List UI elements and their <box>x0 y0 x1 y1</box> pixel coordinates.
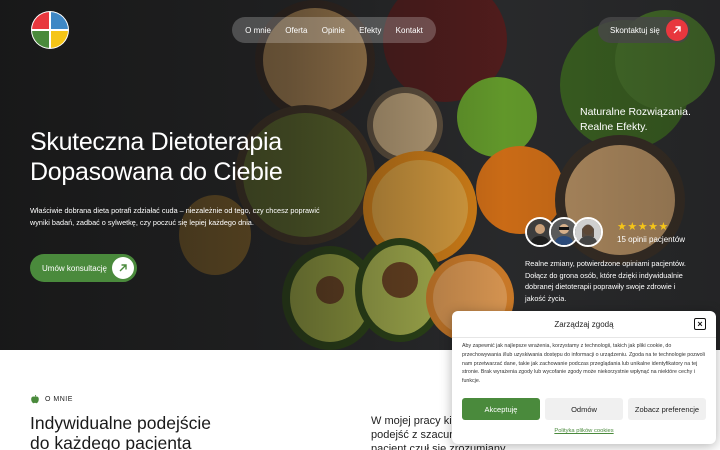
main-nav: O mnie Oferta Opinie Efekty Kontakt <box>232 17 436 43</box>
view-preferences-button[interactable]: Zobacz preferencje <box>628 398 706 420</box>
arrow-up-right-icon <box>112 257 134 279</box>
deny-cookies-button[interactable]: Odmów <box>545 398 623 420</box>
about-eyebrow-label: O MNIE <box>45 395 73 403</box>
hero-title-line2: Dopasowana do Ciebie <box>30 158 283 186</box>
about-heading-line2: do każdego pacjenta <box>30 433 192 450</box>
social-proof-text: Realne zmiany, potwierdzone opiniami pac… <box>525 259 686 303</box>
arrow-up-right-icon <box>666 19 688 41</box>
nav-item-efekty[interactable]: Efekty <box>359 26 381 35</box>
about-eyebrow: O MNIE <box>30 394 73 404</box>
cookie-policy-link[interactable]: Polityka plików cookies <box>452 428 716 434</box>
cookie-title: Zarządzaj zgodą <box>554 320 614 329</box>
tagline-line2: Realne Efekty. <box>580 121 648 133</box>
cookie-consent-modal: Zarządzaj zgodą × Aby zapewnić jak najle… <box>452 311 716 444</box>
cookie-divider <box>452 337 716 338</box>
book-consultation-label: Umów konsultację <box>42 263 107 273</box>
tagline-line1: Naturalne Rozwiązania. <box>580 106 691 118</box>
nav-item-oferta[interactable]: Oferta <box>285 26 307 35</box>
about-heading-line1: Indywidualne podejście <box>30 413 211 433</box>
hero-description: Właściwie dobrana dieta potrafi zdziałać… <box>30 206 320 227</box>
hero-title-line1: Skuteczna Dietoterapia <box>30 128 282 156</box>
close-icon[interactable]: × <box>694 318 706 330</box>
patient-avatars <box>525 217 605 247</box>
nav-item-opinie[interactable]: Opinie <box>322 26 345 35</box>
rating-stars: ★★★★★ <box>617 221 669 233</box>
accept-cookies-button[interactable]: Akceptuję <box>462 398 540 420</box>
nav-item-o-mnie[interactable]: O mnie <box>245 26 271 35</box>
apple-icon <box>31 394 39 404</box>
avatar <box>573 217 603 247</box>
nav-item-kontakt[interactable]: Kontakt <box>396 26 423 35</box>
colorful-plate-logo-icon[interactable] <box>30 10 70 50</box>
contact-button[interactable]: Skontaktuj się <box>598 17 690 43</box>
cookie-buttons: Akceptuję Odmów Zobacz preferencje <box>462 398 706 420</box>
reviews-count[interactable]: 15 opinii pacjentów <box>617 235 685 244</box>
hero-tagline: Naturalne Rozwiązania. Realne Efekty. <box>580 105 691 135</box>
cookie-body-text: Aby zapewnić jak najlepsze wrażenia, kor… <box>462 343 705 385</box>
contact-button-label: Skontaktuj się <box>610 25 660 35</box>
book-consultation-button[interactable]: Umów konsultację <box>30 254 137 282</box>
